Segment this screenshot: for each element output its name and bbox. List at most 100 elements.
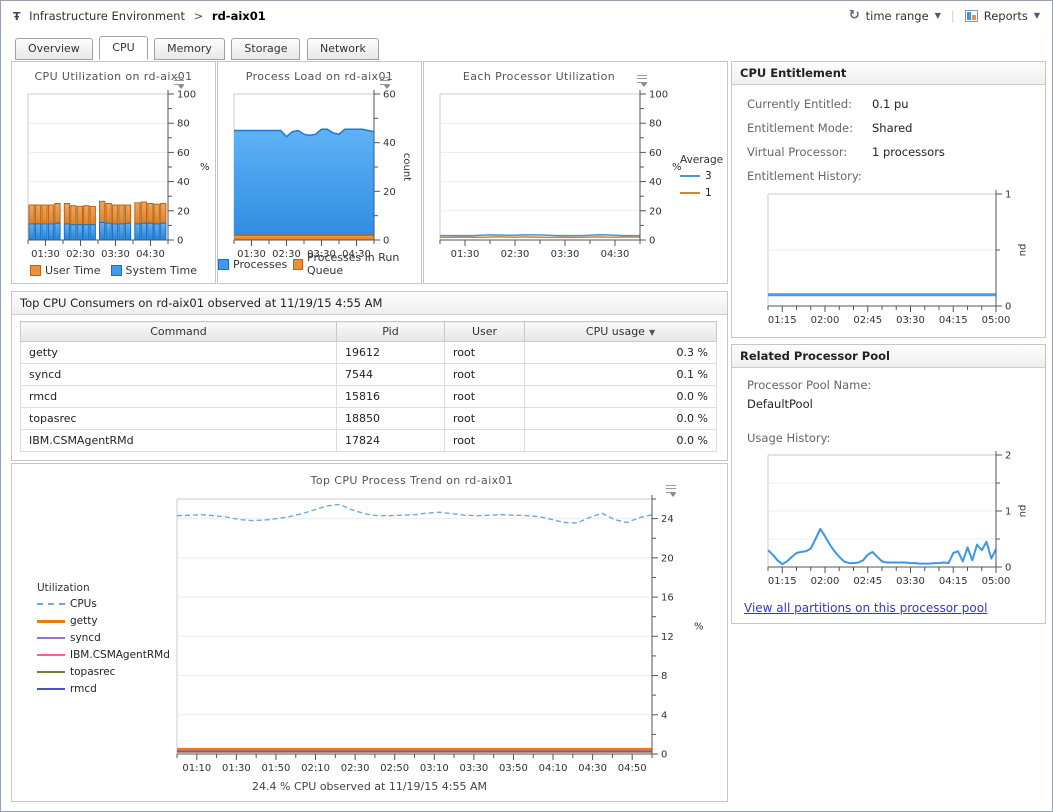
svg-text:20: 20 (177, 206, 190, 217)
table-cell: root (445, 408, 525, 430)
svg-text:4: 4 (661, 710, 667, 721)
svg-text:2: 2 (1005, 451, 1011, 462)
tab-strip: Overview CPU Memory Storage Network (15, 35, 382, 57)
process-load-chart-box: Process Load on rd-aix01 0204060count01:… (217, 61, 422, 284)
svg-text:05:00: 05:00 (982, 315, 1011, 326)
table-cell: topasrec (21, 408, 337, 430)
svg-text:80: 80 (649, 119, 662, 130)
drill-up-icon[interactable]: Ŧ (13, 10, 21, 23)
table-row[interactable]: rmcd15816root0.0 % (21, 386, 717, 408)
usage-history-label: Usage History: (747, 431, 830, 445)
svg-text:40: 40 (649, 177, 662, 188)
svg-text:0: 0 (661, 750, 667, 761)
svg-text:05:00: 05:00 (982, 576, 1011, 587)
field-value: 0.1 pu (872, 97, 909, 111)
column-header-cpu-usage[interactable]: CPU usage▼ (525, 322, 717, 342)
svg-text:20: 20 (649, 206, 662, 217)
legend-line-swatch (680, 192, 700, 194)
consumers-table-body: getty19612root0.3 %syncd7544root0.1 %rmc… (21, 342, 717, 452)
chart-menu-icon[interactable] (634, 74, 648, 87)
field-row: Currently Entitled: 0.1 pu (747, 97, 852, 111)
legend-item: 3 (680, 170, 723, 182)
svg-text:02:50: 02:50 (380, 763, 409, 774)
cpu-utilization-legend: User Time System Time (12, 264, 215, 277)
svg-text:100: 100 (649, 90, 668, 101)
table-cell: 17824 (337, 430, 445, 452)
column-header-pid[interactable]: Pid (337, 322, 445, 342)
column-header-user[interactable]: User (445, 322, 525, 342)
svg-text:60: 60 (383, 90, 396, 101)
top-bar: Ŧ Infrastructure Environment > rd-aix01 … (1, 1, 1052, 31)
field-label: Entitlement Mode: (747, 121, 853, 135)
breadcrumb-separator: > (194, 9, 204, 23)
svg-text:02:10: 02:10 (301, 763, 330, 774)
svg-text:8: 8 (661, 671, 667, 682)
svg-text:01:30: 01:30 (222, 763, 251, 774)
field-value: 1 processors (872, 145, 945, 159)
table-cell: 15816 (337, 386, 445, 408)
legend-item: System Time (111, 264, 197, 277)
svg-text:02:45: 02:45 (853, 315, 882, 326)
svg-text:pu: pu (1017, 505, 1028, 518)
legend-item: 1 (680, 187, 723, 199)
table-row[interactable]: topasrec18850root0.0 % (21, 408, 717, 430)
tab-overview[interactable]: Overview (15, 38, 93, 60)
tab-memory[interactable]: Memory (154, 38, 225, 60)
svg-text:04:30: 04:30 (136, 249, 165, 260)
entitlement-history-plot: 01pu01:1502:0002:4503:3004:1505:00 (760, 188, 1040, 340)
tab-storage[interactable]: Storage (231, 38, 300, 60)
table-row[interactable]: IBM.CSMAgentRMd17824root0.0 % (21, 430, 717, 452)
time-range-icon: ↻ (849, 8, 860, 23)
svg-text:1: 1 (1005, 190, 1011, 201)
table-cell: getty (21, 342, 337, 364)
related-processor-pool-panel: Related Processor Pool Processor Pool Na… (731, 344, 1046, 624)
chart-caption: 24.4 % CPU observed at 11/19/15 4:55 AM (12, 780, 727, 793)
table-cell: 7544 (337, 364, 445, 386)
each-processor-chart-box: Each Processor Utilization 020406080100%… (423, 61, 728, 284)
consumers-table: Command Pid User CPU usage▼ getty19612ro… (20, 321, 717, 452)
svg-text:12: 12 (661, 632, 674, 643)
legend-item: User Time (30, 264, 101, 277)
table-cell: root (445, 364, 525, 386)
table-cell: root (445, 386, 525, 408)
cpu-trend-chart-box: Top CPU Process Trend on rd-aix01 Utiliz… (11, 463, 728, 802)
svg-text:03:30: 03:30 (896, 576, 925, 587)
chevron-down-icon[interactable]: ▼ (935, 11, 941, 20)
svg-text:60: 60 (177, 148, 190, 159)
process-load-legend: ProcessesProcesses in Run Queue (218, 251, 421, 277)
table-row[interactable]: getty19612root0.3 % (21, 342, 717, 364)
tab-cpu[interactable]: CPU (99, 36, 147, 60)
svg-text:04:30: 04:30 (601, 249, 630, 260)
svg-text:04:30: 04:30 (578, 763, 607, 774)
field-label: Virtual Processor: (747, 145, 847, 159)
table-cell: 0.0 % (525, 430, 717, 452)
legend-swatch (30, 265, 41, 276)
svg-text:0: 0 (177, 236, 183, 247)
view-partitions-link[interactable]: View all partitions on this processor po… (744, 601, 987, 615)
svg-text:03:30: 03:30 (459, 763, 488, 774)
column-header-command[interactable]: Command (21, 322, 337, 342)
svg-text:20: 20 (661, 553, 674, 564)
breadcrumb-current: rd-aix01 (212, 9, 266, 23)
svg-text:01:30: 01:30 (451, 249, 480, 260)
field-row: Virtual Processor: 1 processors (747, 145, 847, 159)
svg-text:04:10: 04:10 (539, 763, 568, 774)
svg-text:03:10: 03:10 (420, 763, 449, 774)
chevron-down-icon[interactable]: ▼ (1034, 11, 1040, 20)
time-range-button[interactable]: time range (866, 9, 929, 23)
svg-text:1: 1 (1005, 507, 1011, 518)
tab-network[interactable]: Network (307, 38, 379, 60)
svg-text:02:30: 02:30 (341, 763, 370, 774)
table-cell: 0.0 % (525, 408, 717, 430)
svg-text:03:30: 03:30 (551, 249, 580, 260)
cpu-utilization-chart-box: CPU Utilization on rd-aix01 020406080100… (11, 61, 216, 284)
reports-button[interactable]: Reports (984, 9, 1028, 23)
svg-text:01:30: 01:30 (31, 249, 60, 260)
legend-swatch (293, 259, 303, 270)
table-row[interactable]: syncd7544root0.1 % (21, 364, 717, 386)
legend-item: Processes (218, 251, 287, 277)
svg-text:0: 0 (383, 236, 389, 247)
field-row: Entitlement History: (747, 169, 862, 183)
svg-text:40: 40 (177, 177, 190, 188)
breadcrumb-root[interactable]: Infrastructure Environment (29, 9, 185, 23)
